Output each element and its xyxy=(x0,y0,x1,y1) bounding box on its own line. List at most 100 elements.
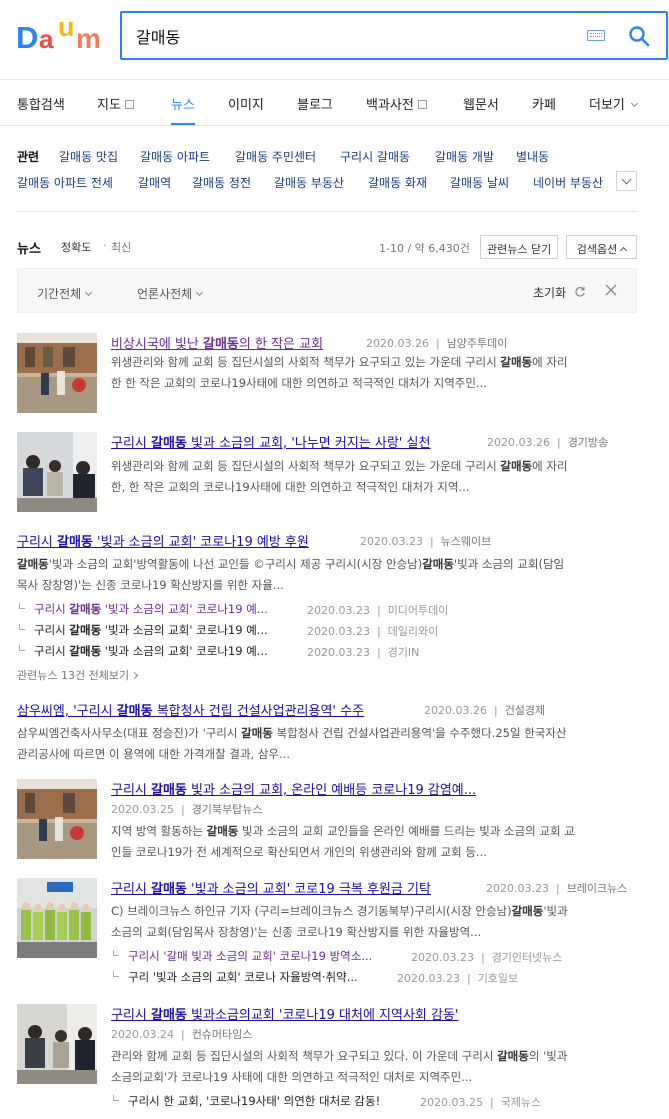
sub-source[interactable]: 국제뉴스 xyxy=(501,1096,541,1109)
tab-image[interactable]: 이미지 xyxy=(228,94,264,113)
related-keyword[interactable]: 구리시 갈매동 xyxy=(340,148,410,165)
related-keyword[interactable]: 갈매동 정전 xyxy=(192,174,251,191)
sub-source[interactable]: 데일리와이 xyxy=(388,625,439,638)
news-meta: 2020.03.23 | 뉴스웨이브 xyxy=(360,535,492,548)
tab-web[interactable]: 웹문서 xyxy=(463,94,499,113)
news-title-link[interactable]: 구리시 갈매동 '빛과 소금의 교회' 코로19 극복 후원금 기탁 xyxy=(111,878,431,897)
desc-text: 의 '빛과 xyxy=(528,1049,568,1063)
sub-text: 구리시 xyxy=(34,623,70,637)
news-title-link[interactable]: 비상시국에 빛난 갈매동의 한 작은 교회 xyxy=(111,333,323,352)
sub-keyword: 갈매동 xyxy=(69,623,102,637)
related-keyword[interactable]: 갈매역 xyxy=(138,174,171,191)
news-source[interactable]: 뉴스웨이브 xyxy=(441,535,492,548)
title-text: 복합청사 건립 건설사업관리용역' 수주 xyxy=(152,704,365,719)
news-thumbnail[interactable] xyxy=(17,333,97,413)
related-news-link[interactable]: 구리시 갈매동 '빛과 소금의 교회' 코로나19 예... xyxy=(34,601,268,617)
search-options-button[interactable]: 검색옵션 xyxy=(566,235,637,259)
news-source[interactable]: 경기방송 xyxy=(568,436,608,449)
close-related-news-button[interactable]: 관련뉴스 닫기 xyxy=(480,235,559,259)
desc-text: '빛과 소금의 교회(담임 xyxy=(453,557,565,571)
close-icon[interactable] xyxy=(604,283,618,297)
desc-text: 목사 장창영)'는 신종 코로나19 확산방지를 위한 자율... xyxy=(17,578,284,592)
related-keyword[interactable]: 갈매동 날씨 xyxy=(450,174,509,191)
news-source[interactable]: 남양주투데이 xyxy=(447,337,508,350)
news-thumbnail[interactable] xyxy=(17,878,97,958)
filter-bar: 기간전체 언론사전체 초기화 xyxy=(17,268,637,313)
sort-recent[interactable]: 최신 xyxy=(111,239,131,255)
related-keyword[interactable]: 갈매동 아파트 xyxy=(140,148,210,165)
news-description: 위생관리와 함께 교회 등 집단시설의 사회적 책무가 요구되고 있는 가운데 … xyxy=(111,456,641,498)
news-source[interactable]: 컨슈머타임스 xyxy=(192,1028,253,1041)
related-keyword[interactable]: 갈매동 아파트 전세 xyxy=(17,174,113,191)
related-news-link[interactable]: 구리시 한 교회, '코로나19사태' 의연한 대처로 감동! xyxy=(128,1093,380,1109)
sub-source[interactable]: 경기IN xyxy=(388,646,420,659)
sub-source[interactable]: 미디어투데이 xyxy=(388,604,449,617)
news-title-link[interactable]: 구리시 갈매동 빛과 소금의 교회, '나누면 커지는 사랑' 실천 xyxy=(111,432,430,451)
sub-date: 2020.03.23 xyxy=(397,972,460,985)
related-keyword[interactable]: 갈매동 주민센터 xyxy=(235,148,316,165)
news-title-link[interactable]: 구리시 갈매동 '빛과 소금의 교회' 코로나19 예방 후원 xyxy=(17,531,309,550)
tab-cafe[interactable]: 카페 xyxy=(532,94,556,113)
sort-accuracy[interactable]: 정확도 xyxy=(61,239,91,255)
sub-date: 2020.03.25 xyxy=(420,1096,483,1109)
sub-bullet-icon xyxy=(113,971,119,977)
news-date: 2020.03.23 xyxy=(486,882,549,895)
sub-source[interactable]: 기호일보 xyxy=(478,972,518,985)
related-news-all-link[interactable]: 관련뉴스 13건 전체보기 xyxy=(17,667,139,683)
tab-encyclopedia[interactable]: 백과사전 xyxy=(366,94,427,113)
title-text: 의 한 작은 교회 xyxy=(238,337,324,352)
desc-keyword: 갈매동 xyxy=(17,557,49,571)
news-thumbnail[interactable] xyxy=(17,1004,97,1084)
related-news-link[interactable]: 구리시 갈매동 '빛과 소금의 교회' 코로나19 예... xyxy=(34,643,268,659)
related-keyword[interactable]: 네이버 부동산 xyxy=(533,174,609,191)
tab-blog[interactable]: 블로그 xyxy=(297,94,333,113)
sub-meta: 2020.03.25 | 국제뉴스 xyxy=(420,1096,542,1109)
sub-meta: 2020.03.23 | 기호일보 xyxy=(397,972,519,985)
title-text: 구리시 xyxy=(17,535,58,550)
news-thumbnail[interactable] xyxy=(17,432,97,512)
news-title-link[interactable]: 삼우씨엠, '구리시 갈매동 복합청사 건립 건설사업관리용역' 수주 xyxy=(17,700,364,719)
tab-more[interactable]: 더보기 xyxy=(589,94,638,113)
daum-logo[interactable]: D a u m xyxy=(16,12,104,55)
reset-button[interactable]: 초기화 xyxy=(533,284,586,301)
related-keyword[interactable]: 갈매동 부동산 xyxy=(274,174,344,191)
news-thumbnail[interactable] xyxy=(17,779,97,859)
related-keyword[interactable]: 갈매동 화재 xyxy=(368,174,427,191)
news-meta: 2020.03.23 | 브레이크뉴스 xyxy=(486,882,628,895)
related-news-link[interactable]: 구리시 갈매동 '빛과 소금의 교회' 코로나19 예... xyxy=(34,622,268,638)
related-keyword[interactable]: 갈매동 개발 xyxy=(435,148,494,165)
desc-text: '빛과 xyxy=(543,904,568,918)
related-news-link[interactable]: 구리시 '갈매 빛과 소금의 교회' 코로나19 방역소... xyxy=(128,948,372,964)
title-text: 구리시 xyxy=(111,882,152,897)
tab-map[interactable]: 지도 xyxy=(97,94,134,113)
volunteers-photo xyxy=(17,878,97,958)
tab-all[interactable]: 통합검색 xyxy=(17,94,65,113)
news-title-link[interactable]: 구리시 갈매동 빛과소금의교회 '코로나19 대처에 지역사회 감동' xyxy=(111,1004,459,1023)
tab-news[interactable]: 뉴스 xyxy=(171,94,195,113)
chevron-right-icon xyxy=(131,671,139,680)
news-source[interactable]: 경기북부탑뉴스 xyxy=(192,803,263,816)
period-filter[interactable]: 기간전체 xyxy=(37,285,93,302)
news-description: 삼우씨엠건축사사무소(대표 정승진)가 '구리시 갈매동 복합청사 건립 건설사… xyxy=(17,723,652,765)
news-source[interactable]: 건설경제 xyxy=(505,704,545,717)
press-filter[interactable]: 언론사전체 xyxy=(137,285,204,302)
related-keyword[interactable]: 별내동 xyxy=(516,148,549,165)
title-text: 빛과소금의교회 '코로나19 대처에 지역사회 감동' xyxy=(186,1008,459,1023)
keyboard-icon[interactable] xyxy=(587,30,605,41)
desc-text: 관리공사에 따르면 이 용역에 대한 가격개찰 결과, 삼우... xyxy=(17,747,290,761)
desc-keyword: 갈매동 xyxy=(497,1049,529,1063)
desc-keyword: 갈매동 xyxy=(500,459,533,473)
related-keyword[interactable]: 갈매동 맛집 xyxy=(59,148,118,165)
related-news-link[interactable]: 구리 '빛과 소금의 교회' 코로나 자율방역·취약... xyxy=(128,969,358,985)
sub-source[interactable]: 경기인터넷뉴스 xyxy=(492,951,563,964)
desc-text: 에 자리 xyxy=(532,459,568,473)
tab-image-label: 이미지 xyxy=(228,98,264,113)
title-text: 비상시국에 빛난 xyxy=(111,337,203,352)
title-keyword: 갈매동 xyxy=(57,535,93,550)
search-icon[interactable] xyxy=(627,24,651,48)
news-title-link[interactable]: 구리시 갈매동 빛과 소금의 교회, 온라인 예배등 코로나19 감염예... xyxy=(111,779,476,798)
news-source[interactable]: 브레이크뉴스 xyxy=(567,882,628,895)
news-description: 관리와 함께 교회 등 집단시설의 사회적 책무가 요구되고 있다. 이 가운데… xyxy=(111,1046,641,1088)
related-expand-button[interactable] xyxy=(616,171,637,191)
search-input[interactable] xyxy=(136,25,576,47)
